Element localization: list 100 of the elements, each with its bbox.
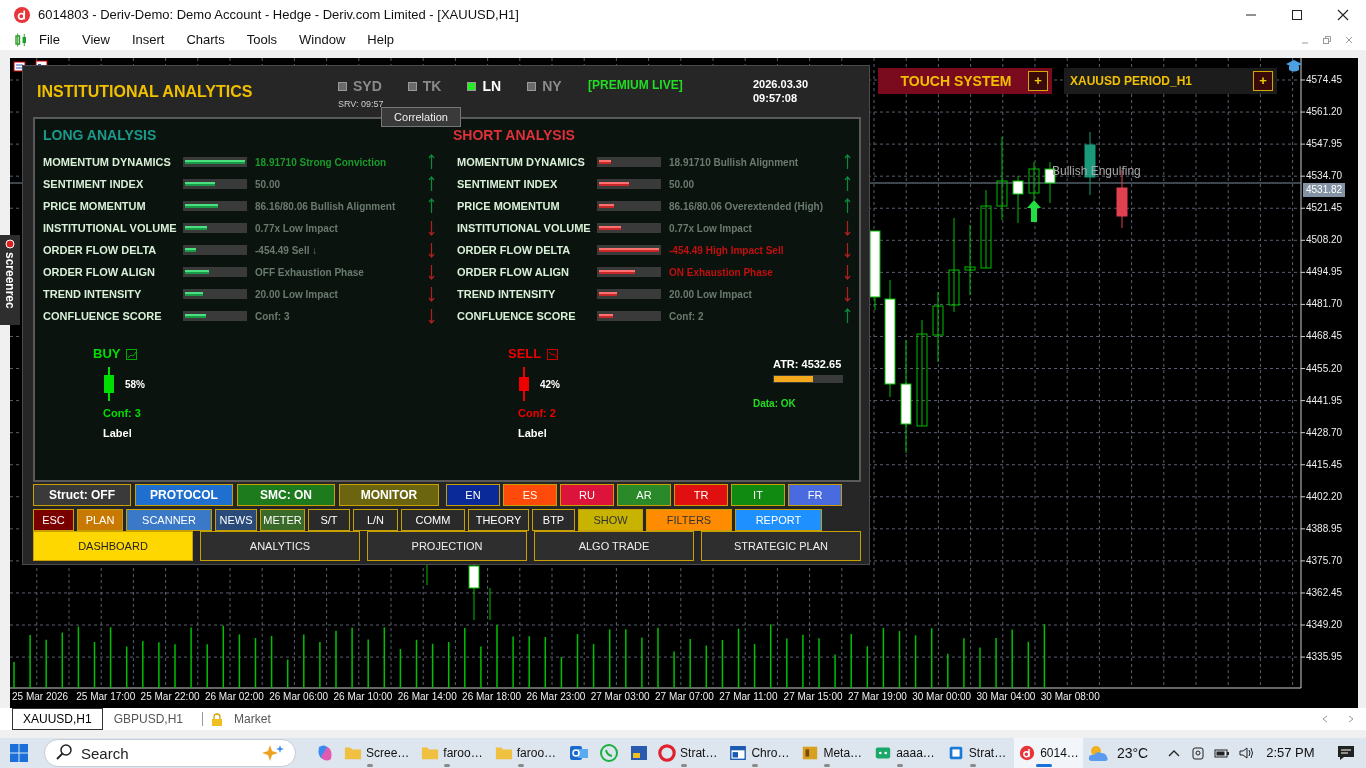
price-axis-label: 4335.95	[1306, 651, 1343, 664]
panel-button[interactable]: FR	[788, 484, 842, 506]
menu-item[interactable]: View	[70, 30, 121, 50]
chart-tab[interactable]: XAUUSD,H1	[12, 708, 103, 730]
price-axis-label: 4455.20	[1306, 362, 1343, 375]
chart-icon	[126, 348, 138, 360]
time-axis-label: 27 Mar 03:00	[590, 691, 650, 703]
panel-button[interactable]: Struct: OFF	[33, 484, 131, 506]
metric-value: OFF Exhaustion Phase	[255, 265, 364, 280]
speaker-icon[interactable]	[1238, 745, 1255, 761]
scroll-left-icon[interactable]	[1322, 715, 1328, 723]
panel-button[interactable]: RU	[560, 484, 614, 506]
panel-button[interactable]: PROTOCOL	[135, 484, 233, 506]
panel-button[interactable]: BTP	[532, 509, 575, 531]
metric-value: 18.91710 Bullish Alignment	[669, 155, 799, 170]
signal-confidence: Conf: 2	[517, 406, 557, 420]
restore-icon[interactable]	[1322, 35, 1332, 45]
metric-value: -454.49 Sell ↓	[255, 243, 318, 258]
add-button[interactable]: +	[1028, 71, 1048, 91]
taskbar-app[interactable]: faroo…	[490, 738, 561, 768]
status-label: [PREMIUM LIVE]	[588, 77, 684, 94]
metric-value: 50.00	[669, 177, 695, 192]
camera-icon[interactable]	[1190, 745, 1207, 761]
panel-tab[interactable]: PROJECTION	[367, 531, 527, 561]
panel-button[interactable]: L/N	[353, 509, 398, 531]
maximize-icon	[1291, 9, 1303, 21]
panel-button[interactable]: SMC: ON	[237, 484, 335, 506]
menu-item[interactable]: Window	[288, 30, 357, 50]
price-axis-label: 4428.70	[1306, 426, 1343, 439]
taskbar-app[interactable]: Strat…	[654, 738, 722, 768]
taskbar-app[interactable]: Strat…	[942, 738, 1011, 768]
close-icon[interactable]	[1344, 35, 1354, 45]
time-axis-label: 27 Mar 11:00	[719, 691, 778, 703]
panel-button[interactable]: COMM	[401, 509, 465, 531]
window-title: 6014803 - Deriv-Demo: Demo Account - Hedge - Deriv.com Limited - [XAUUSD,H1]	[38, 6, 519, 25]
time-axis-label: 26 Mar 06:00	[269, 691, 329, 703]
menu-item[interactable]: Help	[356, 30, 406, 50]
signal-percent: 42%	[540, 377, 560, 392]
metric-value: 20.00 Low Impact	[669, 287, 752, 302]
price-axis-label: 4468.45	[1306, 330, 1343, 343]
panel-button[interactable]: NEWS	[215, 509, 257, 531]
metric-label: ORDER FLOW ALIGN	[457, 264, 571, 280]
menu-item[interactable]: Tools	[235, 30, 289, 50]
panel-tab[interactable]: STRATEGIC PLAN	[701, 531, 861, 561]
panel-button[interactable]: TR	[674, 484, 728, 506]
panel-tab[interactable]: ANALYTICS	[200, 531, 360, 561]
panel-button[interactable]: THEORY	[468, 509, 529, 531]
time-axis-label: 26 Mar 10:00	[333, 691, 393, 703]
candle	[932, 291, 944, 363]
panel-title: TOUCH SYSTEM	[899, 71, 1013, 91]
notification-icon[interactable]	[1336, 745, 1355, 761]
search-icon	[56, 744, 72, 760]
taskbar-app[interactable]: aaaa…	[870, 738, 939, 768]
menu-item[interactable]: File	[28, 30, 71, 50]
taskbar-app[interactable]: Scree…	[340, 738, 414, 768]
panel-button[interactable]: METER	[260, 509, 305, 531]
price-axis-label: 4375.70	[1306, 554, 1343, 567]
menu-item[interactable]: Charts	[175, 30, 236, 50]
metric-label: MOMENTUM DYNAMICS	[43, 154, 172, 170]
panel-button[interactable]: ESC	[33, 509, 74, 531]
signal-percent: 58%	[125, 377, 145, 392]
price-axis-label: 4415.45	[1306, 458, 1343, 471]
current-price-tag: 4531.82	[1303, 183, 1346, 197]
session-label: NY	[542, 77, 562, 96]
panel-button[interactable]: IT	[731, 484, 785, 506]
metric-value: 18.91710 Strong Conviction	[255, 155, 387, 170]
mail-icon[interactable]	[569, 743, 590, 763]
panel-tab[interactable]: DASHBOARD	[33, 531, 193, 561]
panel-button[interactable]: EN	[446, 484, 500, 506]
phone-bubble-icon[interactable]	[599, 743, 620, 763]
windows-start-icon[interactable]	[10, 744, 28, 762]
correlation-button[interactable]: Correlation	[381, 107, 461, 127]
panel-button[interactable]: FILTERS	[646, 509, 732, 531]
clock[interactable]: 2:57 PM	[1266, 743, 1315, 763]
metric-label: ORDER FLOW ALIGN	[43, 264, 157, 280]
panel-button[interactable]: SCANNER	[126, 509, 212, 531]
price-axis-label: 4521.45	[1306, 202, 1343, 215]
panel-tab[interactable]: ALGO TRADE	[534, 531, 694, 561]
scroll-right-icon[interactable]	[1348, 715, 1354, 723]
graduation-cap-icon	[1286, 60, 1302, 72]
panel-button[interactable]: MONITOR	[339, 484, 439, 506]
taskbar-app[interactable]: 6014…	[1014, 738, 1083, 768]
recorder-side-tab[interactable]: screenrec	[0, 235, 20, 325]
time-axis-label: 27 Mar 19:00	[847, 691, 907, 703]
menu-item[interactable]: Insert	[120, 30, 176, 50]
market-button[interactable]: Market	[223, 708, 282, 730]
chart-tab[interactable]: GBPUSD,H1	[102, 708, 195, 730]
add-button[interactable]: +	[1253, 71, 1273, 91]
taskbar-app[interactable]: faroo…	[417, 738, 487, 768]
section-title: SHORT ANALYSIS	[453, 126, 576, 145]
time-axis-label: 26 Mar 18:00	[462, 691, 522, 703]
search-field[interactable]: Search	[44, 739, 296, 767]
panel-button[interactable]: AR	[617, 484, 671, 506]
metric-label: INSTITUTIONAL VOLUME	[43, 220, 178, 236]
taskbar-app[interactable]: Meta…	[797, 738, 867, 768]
arrow-up-icon	[1027, 200, 1041, 222]
taskbar-app[interactable]: Chro…	[725, 738, 794, 768]
price-axis-label: 4402.20	[1306, 490, 1343, 503]
panel-button[interactable]: SHOW	[578, 509, 643, 531]
panel-button[interactable]: S/T	[308, 509, 350, 531]
